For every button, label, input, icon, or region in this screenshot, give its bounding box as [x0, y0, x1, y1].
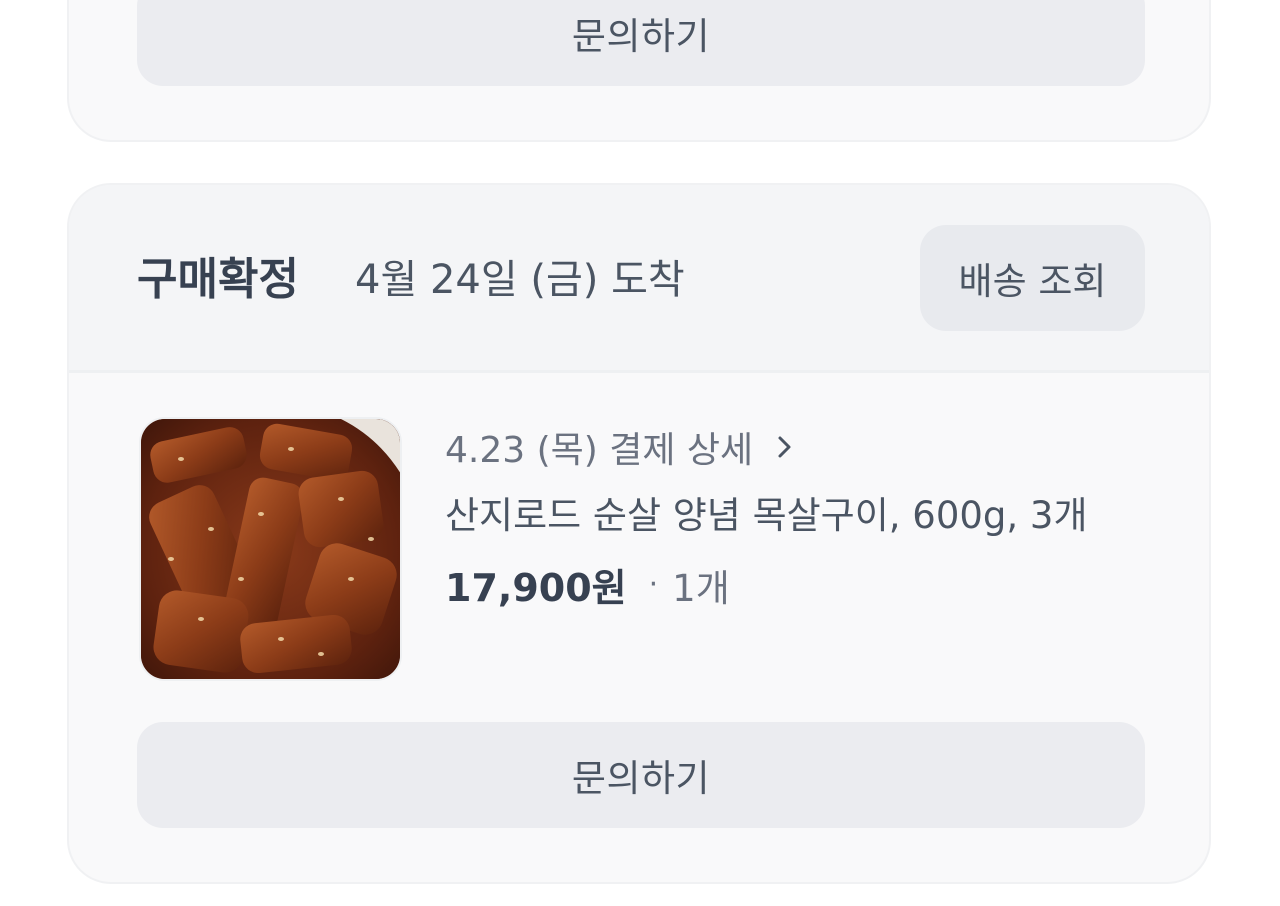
inquiry-button[interactable]: 문의하기: [137, 0, 1145, 86]
food-photo-icon: [141, 419, 400, 679]
order-card-header: 구매확정 4월 24일 (금) 도착 배송 조회: [69, 185, 1209, 373]
product-price: 17,900원: [445, 566, 627, 610]
order-status: 구매확정: [137, 254, 299, 305]
product-quantity: 1개: [672, 566, 730, 610]
price-row: 17,900원 · 1개: [445, 557, 730, 612]
payment-detail-link[interactable]: 4.23 (목) 결제 상세: [445, 421, 797, 473]
payment-detail-label: 4.23 (목) 결제 상세: [445, 430, 754, 471]
product-name[interactable]: 산지로드 순살 양념 목살구이, 600g, 3개: [445, 485, 1088, 539]
product-thumbnail[interactable]: [139, 417, 402, 681]
arrival-date: 4월 24일 (금) 도착: [355, 257, 685, 303]
chevron-right-icon: [778, 436, 791, 458]
delivery-tracking-button[interactable]: 배송 조회: [920, 225, 1145, 331]
order-card-previous: 문의하기: [67, 0, 1211, 142]
order-card: 구매확정 4월 24일 (금) 도착 배송 조회 4.23 (목) 결제 상세 …: [67, 183, 1211, 884]
inquiry-button[interactable]: 문의하기: [137, 722, 1145, 828]
separator-dot: ·: [648, 567, 659, 602]
